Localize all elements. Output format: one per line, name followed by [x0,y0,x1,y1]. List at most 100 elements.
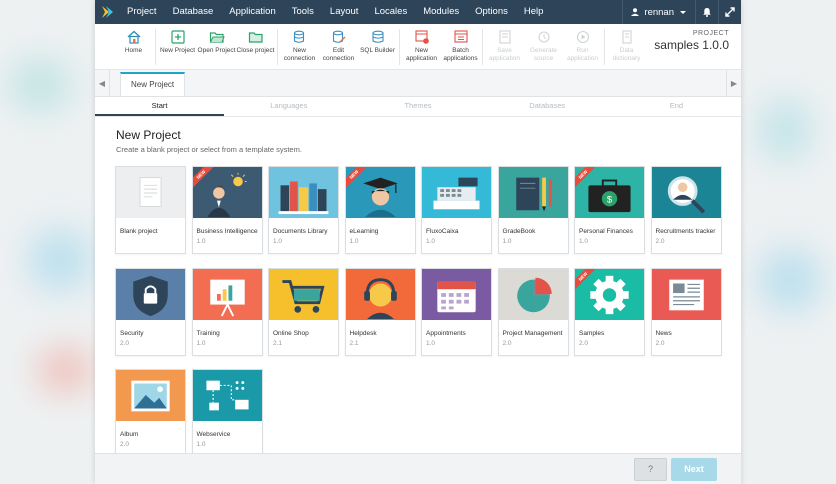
step-databases[interactable]: Databases [483,97,612,116]
template-thumbnail [345,268,415,320]
generate-icon [537,31,550,43]
tab-new-project[interactable]: New Project [120,72,186,96]
step-languages[interactable]: Languages [224,97,353,116]
wizard-footer: ? Next [95,453,741,484]
template-name-text: Documents Library [273,228,328,235]
template-name-text: Recruitments tracker [655,228,716,235]
menu-locales[interactable]: Locales [366,0,415,24]
template-version: 2.0 [120,441,130,448]
template-card[interactable]: $ NEW Personal Finances 1.0 [574,166,645,254]
template-card[interactable]: NEW eLearning 1.0 [344,166,416,254]
template-name-text: FluxoCaixa [426,228,459,235]
template-version: 1.0 [502,238,512,245]
menu-application[interactable]: Application [221,0,283,24]
run-application-button[interactable]: Run application [563,29,602,65]
template-card[interactable]: Security 2.0 [115,267,186,356]
template-card[interactable]: Documents Library 1.0 [268,166,339,254]
template-name: Webservice [193,421,262,441]
template-name-text: Security [120,329,144,337]
recruit-search-icon [667,176,705,214]
edit-connection-button[interactable]: Edit connection [319,29,358,65]
close-project-button[interactable]: Close project [236,29,275,65]
template-name: Personal Finances [575,218,644,238]
sql-icon [371,30,384,43]
expand-icon [725,7,735,17]
chevron-down-icon [680,11,686,14]
step-end[interactable]: End [612,97,741,116]
books-icon [278,181,329,215]
template-card[interactable]: Training 1.0 [191,267,263,356]
sql-builder-button[interactable]: SQL Builder [358,29,397,65]
template-thumbnail [422,268,491,320]
new-ribbon-label: NEW [575,268,598,291]
generate-source-button[interactable]: Generate source [524,29,563,65]
folder-open-icon [209,32,225,43]
template-name: Documents Library [269,218,338,238]
logo-icon[interactable] [95,0,119,24]
menu-help[interactable]: Help [516,0,552,24]
template-version: 1.0 [273,238,283,245]
menu-options[interactable]: Options [467,0,516,24]
template-card[interactable]: NEW Samples 2.0 [574,267,645,356]
template-card[interactable]: GradeBook 1.0 [497,166,569,254]
menu-tools[interactable]: Tools [284,0,322,24]
notifications-button[interactable] [695,0,718,24]
new-ribbon-label: NEW [192,167,215,189]
template-version: 2.0 [579,339,589,347]
new-ribbon: NEW [575,167,599,191]
home-button[interactable]: Home [114,29,153,65]
new-ribbon: NEW [345,167,370,191]
menu-database[interactable]: Database [165,0,222,24]
chevron-left-icon: ◀ [98,78,106,88]
template-card[interactable]: Project Management 2.0 [497,267,569,356]
batch-applications-button[interactable]: Batch applications [441,29,480,65]
new-application-button[interactable]: New application [402,29,441,65]
gradebook-icon [515,177,552,212]
dictionary-icon [621,30,632,44]
toolbar: Home New Project Open Project Close proj… [95,24,741,70]
template-version: 2.0 [502,339,512,347]
toolbar-group-home: Home [112,29,156,65]
tabs-scroll-right-button[interactable]: ▶ [726,70,741,96]
template-card[interactable]: Blank project [115,166,186,254]
open-project-button[interactable]: Open Project [197,29,236,65]
template-card[interactable]: News 2.0 [650,267,722,356]
user-menu[interactable]: rennan [622,0,695,24]
template-name: Blank project [116,218,185,238]
user-icon [631,8,640,16]
template-thumbnail [498,268,568,320]
toolbar-group-dictionary: Data dictionary [605,29,648,65]
background-blob [10,60,70,110]
save-application-button[interactable]: Save application [485,29,524,65]
template-card[interactable]: NEW Business Intelligence 1.0 [191,166,263,254]
data-dictionary-button[interactable]: Data dictionary [607,29,646,65]
template-card[interactable]: Recruitments tracker 2.0 [650,166,722,254]
new-connection-button[interactable]: New connection [280,29,319,65]
project-label: PROJECT [692,30,729,37]
template-version: 2.0 [120,339,130,347]
template-card[interactable]: Appointments 1.0 [421,267,492,356]
template-thumbnail [116,370,185,421]
template-card[interactable]: FluxoCaixa 1.0 [421,166,492,254]
tabs-scroll-left-button[interactable]: ◀ [95,70,110,96]
template-card[interactable]: Online Shop 2.1 [268,267,339,356]
template-card[interactable]: Webservice 1.0 [191,369,263,457]
step-themes[interactable]: Themes [353,97,482,116]
template-card[interactable]: Album 2.0 [115,369,186,457]
template-name-text: Business Intelligence [196,228,258,235]
menu-project[interactable]: Project [119,0,165,24]
menu-layout[interactable]: Layout [322,0,367,24]
step-start[interactable]: Start [95,97,225,116]
template-card[interactable]: Helpdesk 2.1 [344,267,416,356]
run-icon [576,30,589,44]
fullscreen-button[interactable] [718,0,741,24]
new-project-button[interactable]: New Project [158,29,197,65]
template-version: 1.0 [426,339,436,347]
next-button[interactable]: Next [671,458,717,481]
template-thumbnail [651,268,721,320]
help-button[interactable]: ? [634,458,667,481]
template-name: Appointments [422,320,491,340]
menu-modules[interactable]: Modules [415,0,467,24]
app-window: Project Database Application Tools Layou… [95,0,741,484]
template-thumbnail [422,167,491,218]
